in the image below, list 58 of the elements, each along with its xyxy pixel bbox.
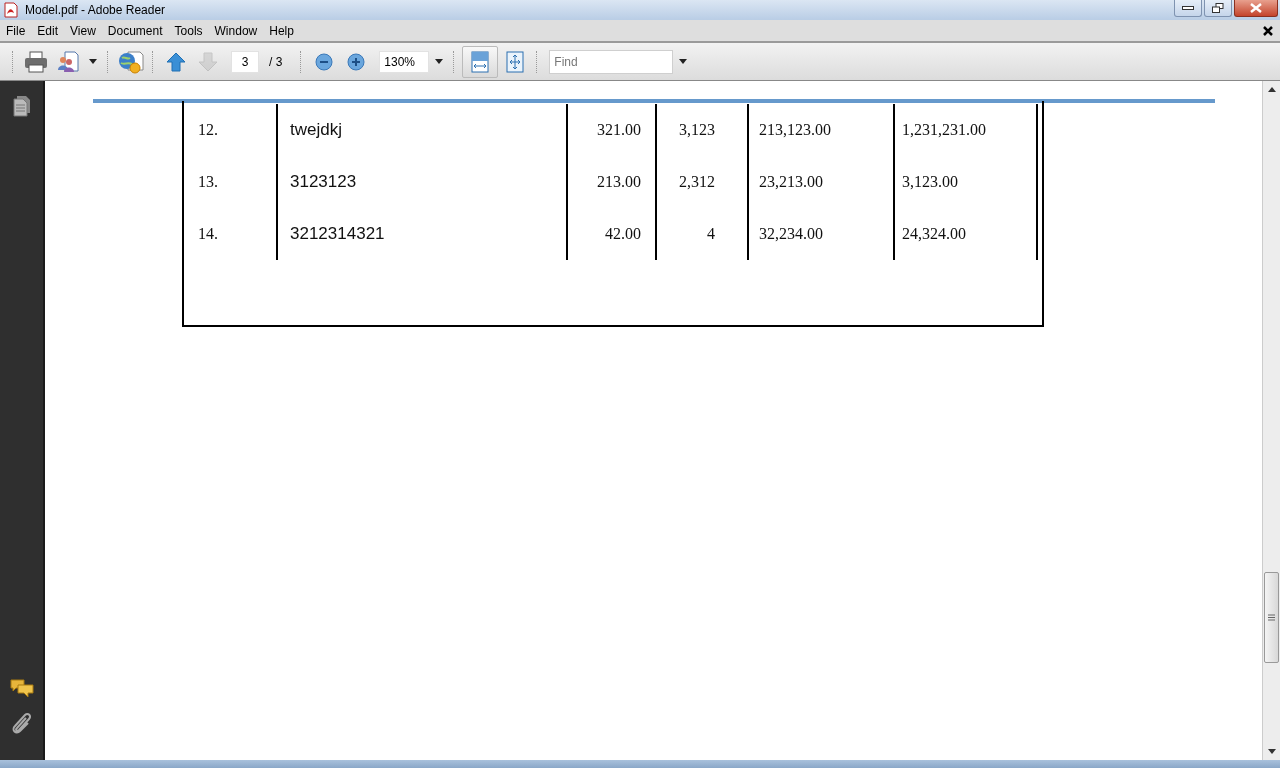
table-cell: 3,123.00 [902,173,958,191]
find-field[interactable]: Find [549,49,674,74]
menu-item[interactable]: Help [263,23,300,38]
restore-icon [1212,3,1224,13]
caret-icon[interactable] [89,59,97,64]
table-cell: 24,324.00 [902,225,966,243]
close-icon [1250,3,1262,13]
table-cell: 23,213.00 [759,173,823,191]
table-cell: 213.00 [597,173,641,191]
menu-item[interactable]: Edit [31,23,65,38]
people-document-icon [57,50,79,73]
table-cell: 12. [198,121,218,139]
table-cell: 3123123 [290,172,357,192]
window-title: Model.pdf - Adobe Reader [25,3,167,17]
down-triangle-icon [1267,749,1276,754]
scrollbar-thumb[interactable] [1264,572,1279,663]
page-total: / 3 [269,54,283,69]
table-cell: 321.00 [597,121,641,139]
pdf-file-icon [3,2,19,18]
fit-width-icon [471,50,490,73]
table-cell: twejdkj [290,120,342,140]
fit-page-icon [506,50,525,73]
down-arrow-icon [198,51,218,72]
minimize-icon [1182,6,1194,10]
pages-icon[interactable] [12,95,31,117]
table-cell: 213,123.00 [759,121,831,139]
globe-document-icon [118,49,144,74]
table-cell: 32,234.00 [759,225,823,243]
table-cell: 42.00 [605,225,641,243]
table-cell: 14. [198,225,218,243]
menu-item[interactable]: Window [208,23,264,38]
table-cell: 4 [707,225,715,243]
menu-item[interactable]: Document [101,23,169,38]
restore-button[interactable] [1204,0,1232,17]
table-cell: 13. [198,173,218,191]
close-icon[interactable] [1262,24,1274,37]
zoom-out-icon [315,52,334,71]
zoom-field[interactable]: 130% [379,50,430,73]
table-cell: 3212314321 [290,224,385,244]
printer-icon [24,50,48,73]
page-number-field[interactable]: 3 [231,50,259,73]
close-button[interactable] [1234,0,1278,17]
menu-item[interactable]: File [0,23,32,38]
comments-icon[interactable] [9,678,34,698]
menu-item[interactable]: Tools [168,23,209,38]
table-cell: 2,312 [679,173,715,191]
zoom-in-icon [347,52,366,71]
table-cell: 3,123 [679,121,715,139]
table-cell: 1,231,231.00 [902,121,986,139]
caret-icon[interactable] [679,59,688,64]
caret-icon[interactable] [435,59,444,64]
minimize-button[interactable] [1174,0,1202,17]
up-arrow-icon [166,51,186,72]
grip-icon [1268,614,1275,621]
up-triangle-icon [1267,87,1276,92]
menu-item[interactable]: View [64,23,102,38]
paperclip-icon[interactable] [10,712,33,736]
fit-width-button[interactable] [462,45,499,78]
